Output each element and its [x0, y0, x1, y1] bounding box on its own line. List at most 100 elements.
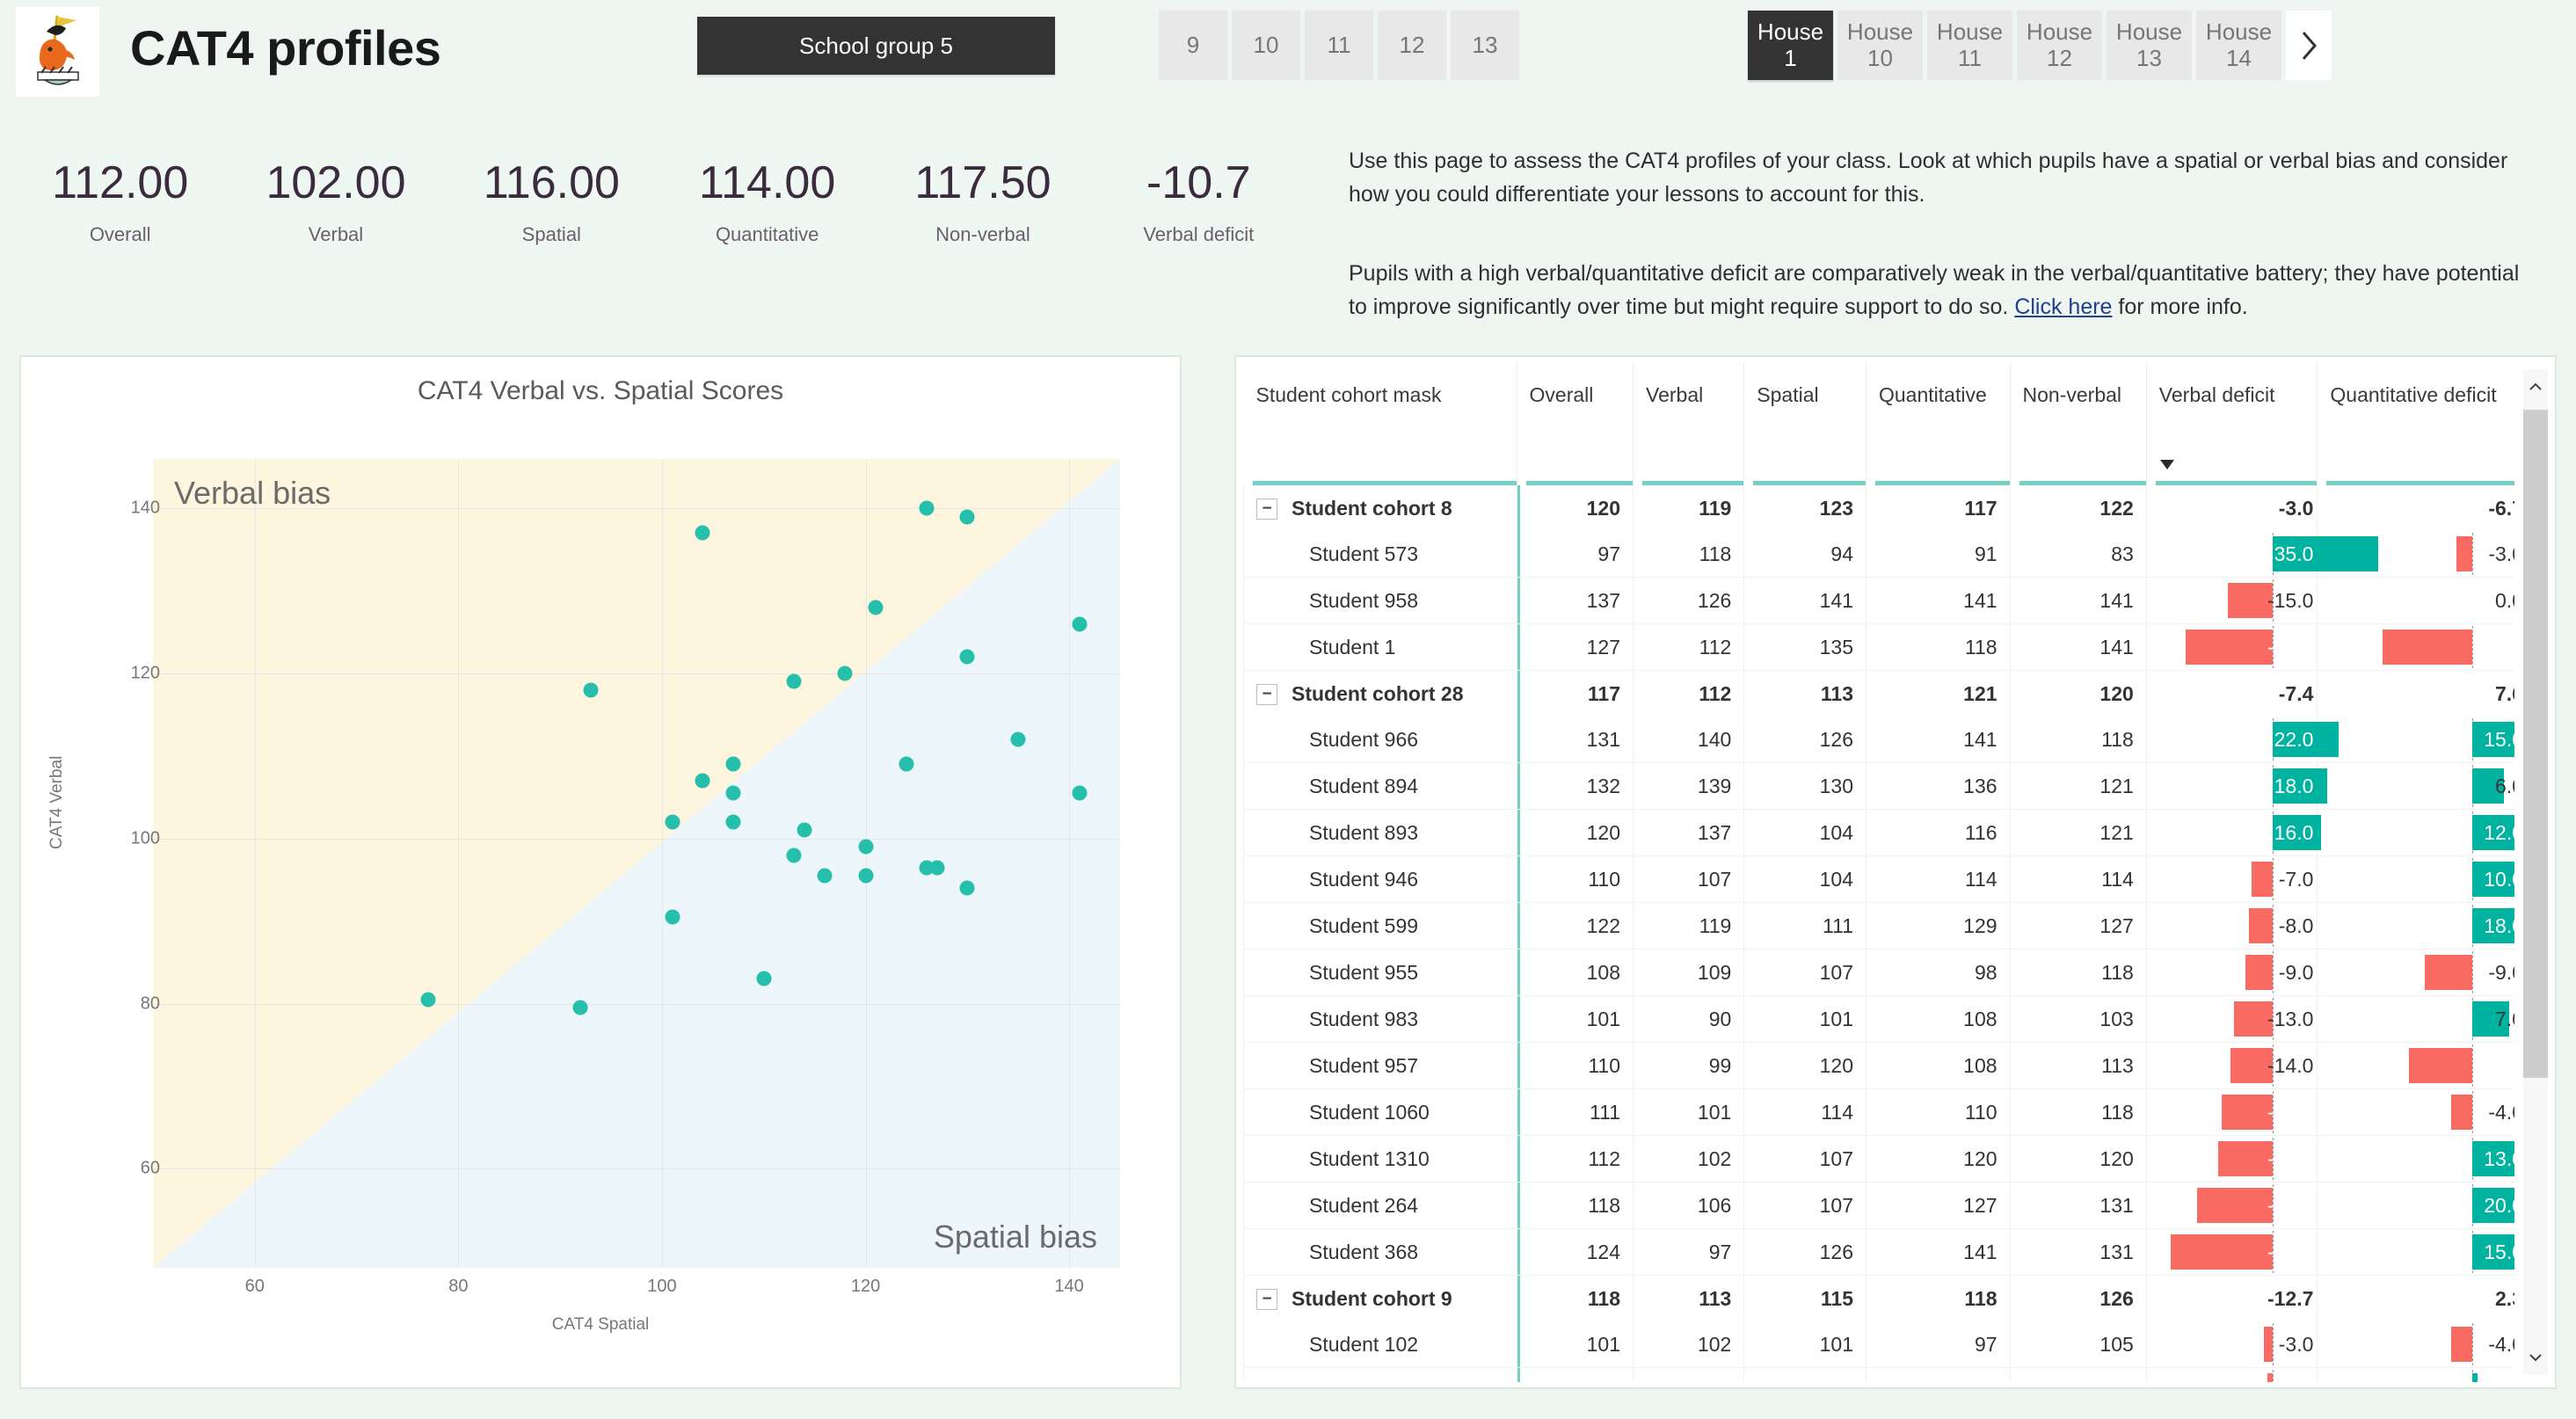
school-group-slicer[interactable]: School group 5 — [697, 17, 1055, 75]
scatter-point[interactable] — [1072, 785, 1088, 801]
scatter-point[interactable] — [695, 773, 710, 789]
table-row[interactable]: Student 98310190101108103-13.07.0 — [1243, 995, 2514, 1043]
column-header-quantitative[interactable]: Quantitative — [1866, 362, 2011, 485]
cohort-row[interactable]: −Student cohort 8120119123117122-3.0-6.7 — [1243, 485, 2514, 531]
row-label-cell[interactable]: Student 955 — [1243, 949, 1517, 996]
scatter-point[interactable] — [583, 682, 599, 698]
scatter-point[interactable] — [786, 848, 802, 863]
row-label-cell[interactable]: Student 1060 — [1243, 1088, 1517, 1136]
column-header-verbal-deficit[interactable]: Verbal deficit — [2145, 362, 2318, 485]
scatter-point[interactable] — [858, 868, 874, 884]
table-row[interactable]: Student 368 12497126141131 -34.0 15.0 — [1243, 1228, 2514, 1276]
scatter-point[interactable] — [725, 814, 741, 830]
table-row[interactable]: Student 264 118106107127131 -25.0 20.0 — [1243, 1182, 2514, 1229]
scatter-point[interactable] — [420, 992, 436, 1008]
row-label-cell[interactable]: Student 894 — [1243, 762, 1517, 810]
row-label-cell[interactable]: Student 1 — [1243, 623, 1517, 671]
table-row[interactable]: Student 599 122119111129127 -8.0 18.0 — [1243, 902, 2514, 950]
table-row[interactable]: Student 1 127112135118141 -29.0 -17.0 — [1243, 623, 2514, 671]
year-group-tile-12[interactable]: 12 — [1378, 11, 1446, 80]
table-row[interactable]: Student 10210110210197105-3.0-4.0 — [1243, 1321, 2514, 1368]
row-label-cell[interactable]: Student 573 — [1243, 531, 1517, 578]
chevron-right-icon[interactable] — [2286, 11, 2332, 80]
scatter-point[interactable] — [1010, 731, 1026, 747]
cohort-row[interactable]: −Student cohort 9118113115118126-12.72.3 — [1243, 1275, 2514, 1321]
row-label-cell[interactable]: Total — [1243, 1367, 1517, 1382]
row-label-cell[interactable]: Student 966 — [1243, 717, 1517, 763]
table-row[interactable]: Student 955 10810910798118 -9.0 -9.0 — [1243, 949, 2514, 996]
chevron-up-icon[interactable] — [2523, 369, 2548, 404]
house-tile-14[interactable]: House 14 — [2196, 11, 2281, 80]
row-label-cell[interactable]: − Student cohort 9 — [1243, 1275, 1517, 1321]
row-label-cell[interactable]: Student 983 — [1243, 995, 1517, 1043]
scatter-point[interactable] — [817, 868, 833, 884]
scatter-point[interactable] — [929, 860, 945, 876]
row-label-cell[interactable]: − Student cohort 28 — [1243, 670, 1517, 717]
house-tile-10[interactable]: House 10 — [1837, 11, 1923, 80]
more-info-link[interactable]: Click here — [2014, 295, 2112, 319]
table-row[interactable]: Student 573 97118949183 35.0 -3.0 — [1243, 531, 2514, 578]
row-label-cell[interactable]: Student 599 — [1243, 902, 1517, 950]
scatter-point[interactable] — [959, 509, 975, 525]
row-label-cell[interactable]: Student 958 — [1243, 577, 1517, 624]
scatter-point[interactable] — [725, 756, 741, 772]
scatter-point[interactable] — [868, 600, 884, 615]
table-row[interactable]: Student 1310112102107120120-18.013.0 — [1243, 1135, 2514, 1182]
scatter-point[interactable] — [837, 666, 853, 681]
table-row[interactable]: Student 946110107104114114-7.010.0 — [1243, 855, 2514, 903]
sort-descending-icon[interactable] — [2159, 453, 2305, 477]
scatter-point[interactable] — [797, 822, 812, 838]
scatter-point[interactable] — [899, 756, 914, 772]
column-header-spatial[interactable]: Spatial — [1743, 362, 1867, 485]
scatter-point[interactable] — [572, 1000, 588, 1015]
house-tile-13[interactable]: House 13 — [2107, 11, 2192, 80]
year-group-tile-13[interactable]: 13 — [1451, 11, 1519, 80]
table-row[interactable]: Student 893 120137104116121 16.0 12.0 — [1243, 809, 2514, 856]
collapse-expander-icon[interactable]: − — [1256, 684, 1277, 706]
chevron-down-icon[interactable] — [2523, 1340, 2548, 1375]
row-label-cell[interactable]: Student 957 — [1243, 1042, 1517, 1089]
scatter-point[interactable] — [919, 500, 935, 516]
table-row[interactable]: Student 966 131140126141118 22.0 15.0 — [1243, 717, 2514, 763]
y-axis-tick: 120 — [130, 663, 160, 683]
house-tile-1[interactable]: House 1 — [1748, 11, 1833, 80]
scatter-point[interactable] — [858, 839, 874, 855]
cohort-row[interactable]: −Student cohort 28117112113121120-7.47.6 — [1243, 670, 2514, 717]
column-header-student-cohort-mask[interactable]: Student cohort mask — [1244, 362, 1517, 485]
year-group-tile-9[interactable]: 9 — [1159, 11, 1227, 80]
table-total-row[interactable]: Total112105115115116-10.70.1 — [1243, 1367, 2514, 1382]
year-group-tile-10[interactable]: 10 — [1232, 11, 1300, 80]
year-group-tile-11[interactable]: 11 — [1305, 11, 1373, 80]
scatter-plot-area[interactable]: Verbal bias Spatial bias — [153, 459, 1120, 1268]
house-tile-12[interactable]: House 12 — [2017, 11, 2102, 80]
table-row[interactable]: Student 957 11099120108113 -14.0 -12.0 — [1243, 1042, 2514, 1089]
row-label-cell[interactable]: − Student cohort 8 — [1243, 485, 1517, 531]
table-row[interactable]: Student 958137126141141141-15.00.0 — [1243, 577, 2514, 624]
scatter-point[interactable] — [1072, 616, 1088, 632]
row-label-cell[interactable]: Student 1310 — [1243, 1135, 1517, 1182]
column-header-overall[interactable]: Overall — [1516, 362, 1634, 485]
column-header-quantitative-deficit[interactable]: Quantitative deficit — [2317, 362, 2514, 485]
scatter-point[interactable] — [665, 814, 680, 830]
table-vertical-scrollbar[interactable] — [2523, 369, 2548, 1375]
row-label-cell[interactable]: Student 946 — [1243, 855, 1517, 903]
row-label-cell[interactable]: Student 102 — [1243, 1321, 1517, 1368]
row-label-cell[interactable]: Student 368 — [1243, 1228, 1517, 1276]
row-label-cell[interactable]: Student 893 — [1243, 809, 1517, 856]
scatter-point[interactable] — [756, 971, 772, 986]
scatter-point[interactable] — [665, 909, 680, 925]
scatter-point[interactable] — [959, 649, 975, 665]
scatter-point[interactable] — [786, 673, 802, 689]
column-header-verbal[interactable]: Verbal — [1633, 362, 1744, 485]
column-header-non-verbal[interactable]: Non-verbal — [2009, 362, 2147, 485]
collapse-expander-icon[interactable]: − — [1256, 1289, 1277, 1311]
table-row[interactable]: Student 1060 111101114110118 -17.0 -4.0 — [1243, 1088, 2514, 1136]
table-row[interactable]: Student 894 132139130136121 18.0 6.0 — [1243, 762, 2514, 810]
scrollbar-thumb[interactable] — [2523, 410, 2548, 1078]
house-tile-11[interactable]: House 11 — [1927, 11, 2012, 80]
row-label-cell[interactable]: Student 264 — [1243, 1182, 1517, 1229]
scatter-point[interactable] — [725, 785, 741, 801]
scatter-point[interactable] — [959, 880, 975, 896]
collapse-expander-icon[interactable]: − — [1256, 498, 1277, 520]
scatter-point[interactable] — [695, 525, 710, 541]
